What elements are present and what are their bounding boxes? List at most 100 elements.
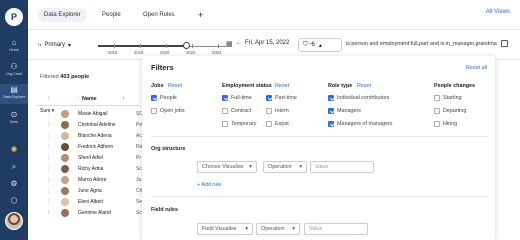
previous-date-button[interactable]: ← [236, 40, 242, 46]
employment-option-full-time[interactable]: Full-time [222, 95, 252, 101]
field-rule-value-input[interactable]: Value [304, 223, 368, 235]
checkbox[interactable] [434, 95, 440, 101]
person-name[interactable]: June Agna [78, 188, 102, 194]
jobs-option-people[interactable]: People [151, 95, 177, 101]
avatar [61, 143, 69, 151]
help-icon[interactable]: ⬡ [0, 196, 28, 205]
jobs-reset-link[interactable]: Reset [168, 83, 182, 89]
changes-option-departing[interactable]: Departing [434, 108, 466, 114]
changes-option-starting[interactable]: Starting [434, 95, 462, 101]
insights-icon[interactable]: ✺ [0, 145, 28, 154]
table-row[interactable]: ⋮ Gennine Aland Sc [36, 208, 142, 219]
employment-option-expat[interactable]: Expat [266, 121, 289, 127]
tab-people[interactable]: People [96, 8, 127, 22]
row-menu-icon[interactable]: ⋮ [46, 210, 51, 216]
table-row[interactable]: ⋮ June Agna Ch [36, 186, 142, 197]
table-row[interactable]: ⋮ Maxie Abigail SC [36, 109, 143, 120]
checkbox[interactable] [328, 108, 334, 114]
org-value-input[interactable]: Value [310, 161, 374, 173]
checkbox[interactable] [222, 121, 228, 127]
row-menu-icon[interactable]: ⋮ [46, 177, 51, 183]
field-rule-field-select[interactable]: Field Visualise ▾ [197, 223, 253, 235]
jobs-option-open-jobs[interactable]: Open jobs [151, 108, 185, 114]
table-row[interactable]: ⋮ Cristobal Adeline Pe [36, 120, 142, 131]
person-name[interactable]: Maxie Abigail [78, 111, 107, 117]
checkbox[interactable] [328, 95, 334, 101]
person-name[interactable]: Sheril Adiel [78, 155, 103, 161]
person-name[interactable]: Gennine Aland [78, 210, 111, 216]
row-menu-icon[interactable]: ⋮ [46, 144, 51, 150]
person-name[interactable]: Blanche Adena [78, 133, 112, 139]
table-row[interactable]: ⋮ Eleni Albert Se [36, 197, 142, 208]
checkbox[interactable] [434, 121, 440, 127]
changes-option-hiring[interactable]: Hiring [434, 121, 457, 127]
option-label: Contract [231, 108, 252, 114]
checkbox[interactable] [266, 108, 272, 114]
row-menu-icon[interactable]: ⋮ [46, 133, 51, 139]
table-row[interactable]: ⋮ Fredrick Adhern Re [36, 142, 142, 153]
employment-option-contract[interactable]: Contract [222, 108, 251, 114]
timeline-slider[interactable]: 2016 2018 2020 2022 2024 [98, 40, 238, 56]
role-option-managers-of-managers[interactable]: Managers of managers [328, 121, 392, 127]
row-menu-icon[interactable]: ⋮ [46, 166, 51, 172]
person-name[interactable]: Fredrick Adhern [78, 144, 113, 150]
org-operation-select[interactable]: Operation ▾ [263, 161, 307, 173]
avatar [61, 121, 69, 129]
add-tab-button[interactable]: + [198, 8, 203, 22]
app-logo[interactable]: P [5, 8, 23, 26]
row-menu-icon[interactable]: ⋮ [46, 155, 51, 161]
current-date[interactable]: Fri, Apr 15, 2022 [245, 40, 289, 46]
nav-more-label: More [9, 120, 19, 124]
employment-option-intern[interactable]: Intern [266, 108, 289, 114]
row-menu-icon[interactable]: ⋮ [46, 111, 51, 117]
row-menu-icon[interactable]: ⋮ [46, 199, 51, 205]
checkbox[interactable] [222, 108, 228, 114]
person-name[interactable]: Richy Adna [78, 166, 103, 172]
checkbox[interactable] [151, 108, 157, 114]
row-menu-icon[interactable]: ⋮ [46, 188, 51, 194]
search-icon[interactable]: ⌕ [0, 162, 28, 172]
table-row[interactable]: ⋮ Blanche Adena Ac [36, 131, 142, 142]
nav-more[interactable]: ⊙ More [0, 110, 28, 124]
calendar-icon[interactable]: ▦ [226, 40, 233, 48]
role-option-individual[interactable]: Individual contributors [328, 95, 389, 101]
user-avatar[interactable] [5, 212, 23, 230]
settings-icon[interactable]: ⚙ [0, 179, 28, 188]
nav-home[interactable]: ⌂ Home [0, 38, 28, 52]
tab-data-explorer[interactable]: Data Explorer [38, 8, 87, 22]
field-rule-operation-select[interactable]: Operation ▾ [256, 223, 300, 235]
name-column-header[interactable]: Name [82, 96, 97, 102]
row-menu-icon[interactable]: ⋮ [46, 122, 51, 128]
table-row[interactable]: ⋮ Richy Adna Sc [36, 164, 142, 175]
employment-reset-link[interactable]: Reset [275, 83, 289, 89]
timeline-handle[interactable] [183, 42, 190, 49]
all-views-link[interactable]: All Views [486, 9, 510, 15]
role-option-managers[interactable]: Managers [328, 108, 361, 114]
nav-org-chart[interactable]: ⚇ Org Chart [0, 62, 28, 76]
person-name[interactable]: Marco Adore [78, 177, 106, 183]
checkbox[interactable] [151, 95, 157, 101]
primary-view-dropdown[interactable]: ⤷ Primary ▾ [38, 39, 71, 51]
employment-option-part-time[interactable]: Part-time [266, 95, 297, 101]
reset-all-link[interactable]: Reset all [466, 65, 487, 71]
nav-data-explorer[interactable]: ▤ Data Explorer [0, 84, 28, 104]
checkbox[interactable] [266, 95, 272, 101]
checkbox[interactable] [328, 121, 334, 127]
copy-query-icon[interactable] [501, 40, 508, 47]
people-changes-heading: People changes [434, 83, 476, 89]
org-field-select[interactable]: Choose Visualise ▾ [197, 161, 257, 173]
checkbox[interactable] [266, 121, 272, 127]
tab-open-roles[interactable]: Open Roles [137, 8, 181, 22]
filter-query-input[interactable]: is:person and employment:full,part and i… [346, 41, 508, 47]
filter-button[interactable]: ⛉ 6 ▴ [298, 38, 342, 52]
sort-arrow-icon[interactable]: ↑ [122, 96, 125, 102]
checkbox[interactable] [222, 95, 228, 101]
checkbox[interactable] [434, 108, 440, 114]
employment-option-temporary[interactable]: Temporary [222, 121, 256, 127]
person-name[interactable]: Eleni Albert [78, 199, 103, 205]
role-type-reset-link[interactable]: Reset [357, 83, 371, 89]
table-row[interactable]: ⋮ Marco Adore Ju [36, 175, 141, 186]
table-row[interactable]: ⋮ Sheril Adiel Pr [36, 153, 141, 164]
person-name[interactable]: Cristobal Adeline [78, 122, 116, 128]
add-rule-link[interactable]: + Add rule [197, 182, 221, 188]
